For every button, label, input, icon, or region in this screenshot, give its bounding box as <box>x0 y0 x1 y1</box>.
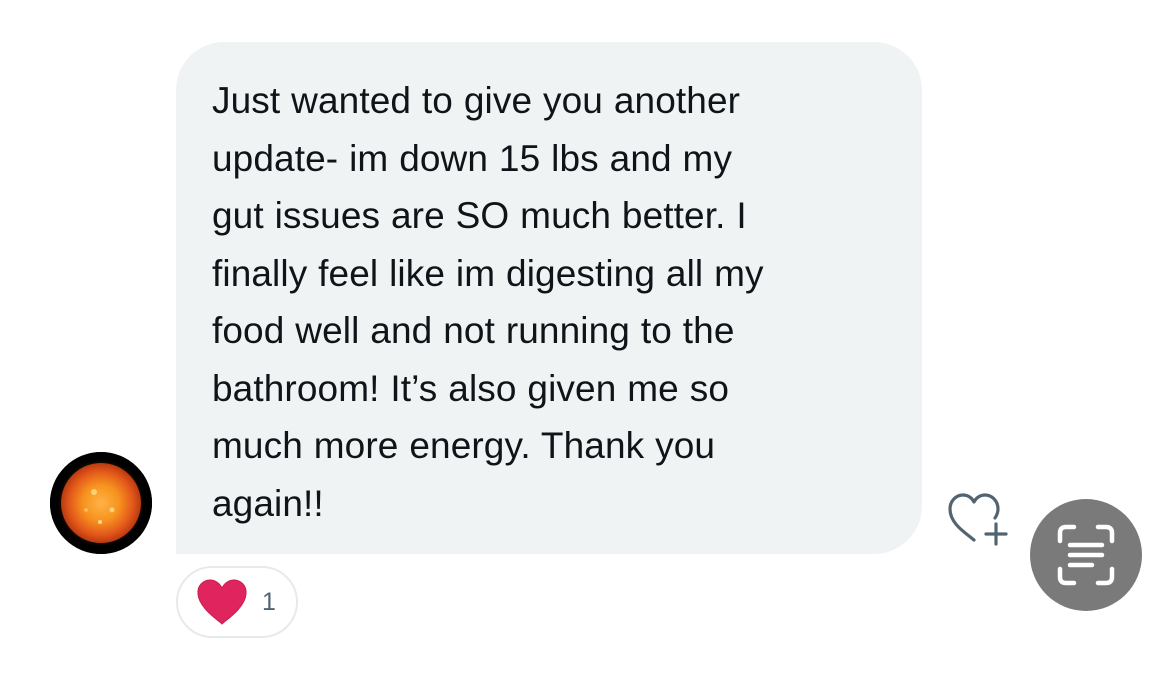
text-scan-icon <box>1057 524 1115 586</box>
message-text: Just wanted to give you another update- … <box>212 72 892 532</box>
message-line: update- im down 15 lbs and my <box>212 137 733 179</box>
message-line: much more energy. Thank you <box>212 425 716 466</box>
message-line: food well and not running to the <box>212 310 735 351</box>
message-line: again!! <box>212 482 324 524</box>
live-text-button[interactable] <box>1030 499 1142 611</box>
message-line: gut issues are SO much better. I <box>212 195 747 236</box>
sun-avatar-image <box>50 452 152 554</box>
message-line: finally feel like im digesting all my <box>212 252 764 294</box>
message-line: Just wanted to give you another <box>212 80 741 121</box>
message-line: bathroom! It’s also given me so <box>212 367 730 409</box>
heart-icon <box>197 579 247 625</box>
reaction-count: 1 <box>262 587 276 616</box>
heart-plus-icon <box>948 493 1008 546</box>
avatar[interactable] <box>50 452 152 554</box>
reaction-pill[interactable]: 1 <box>176 566 298 638</box>
message-bubble[interactable]: Just wanted to give you another update- … <box>176 42 922 554</box>
add-reaction-button[interactable] <box>944 488 1018 550</box>
